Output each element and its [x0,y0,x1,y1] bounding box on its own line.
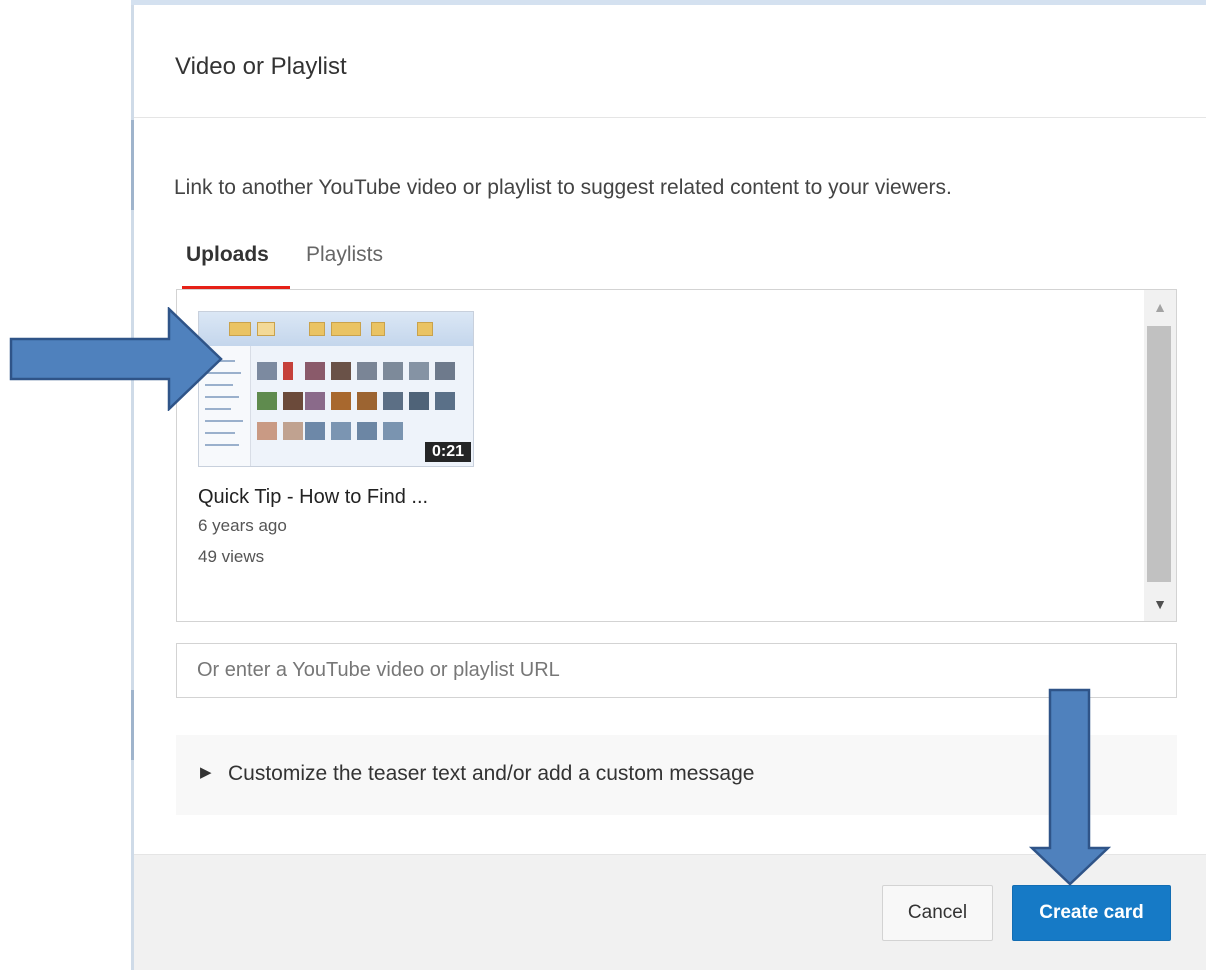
thumbnail-photo [331,392,351,410]
background-page [0,0,135,970]
annotation-arrow-down-icon [1029,688,1111,886]
thumbnail-photo [435,362,455,380]
thumbnail-photo [305,392,325,410]
thumbnail-toolbar-button [229,322,251,336]
thumbnail-toolbar-button [309,322,325,336]
video-title[interactable]: Quick Tip - How to Find ... [198,486,428,509]
thumbnail-photo [331,362,351,380]
video-url-input[interactable] [176,643,1177,698]
thumbnail-photo [409,392,429,410]
list-scrollbar[interactable]: ▲ ▼ [1144,290,1176,621]
thumbnail-toolbar [199,312,473,346]
dialog-title: Video or Playlist [175,53,347,80]
create-card-button[interactable]: Create card [1012,885,1171,941]
thumbnail-photo [357,392,377,410]
video-card[interactable]: 0:21 Quick Tip - How to Find ... 6 years… [198,311,474,571]
video-duration-badge: 0:21 [424,442,471,462]
thumbnail-photo [305,362,325,380]
scroll-down-arrow-icon[interactable]: ▼ [1144,587,1176,621]
thumbnail-sidebar-line [205,444,239,446]
thumbnail-toolbar-button [371,322,385,336]
thumbnail-photo [283,422,303,440]
thumbnail-photo [357,362,377,380]
uploads-list: 0:21 Quick Tip - How to Find ... 6 years… [176,289,1177,622]
scrollbar-thumb[interactable] [1147,326,1171,582]
teaser-customize-label: Customize the teaser text and/or add a c… [228,762,755,785]
thumbnail-photo [383,392,403,410]
annotation-arrow-right-icon [9,307,223,411]
thumbnail-photo [409,362,429,380]
video-views: 49 views [198,547,265,566]
thumbnail-photo [257,362,277,380]
tab-uploads[interactable]: Uploads [186,243,269,267]
video-thumbnail[interactable]: 0:21 [198,311,474,467]
expand-triangle-icon: ▶ [200,764,212,781]
thumbnail-photo [283,392,303,410]
thumbnail-photo [257,422,277,440]
thumbnail-toolbar-button [257,322,275,336]
thumbnail-photo [257,392,277,410]
thumbnail-toolbar-button [417,322,433,336]
dialog-description: Link to another YouTube video or playlis… [174,176,952,199]
teaser-customize-toggle[interactable]: ▶ Customize the teaser text and/or add a… [176,735,1177,815]
video-age: 6 years ago [198,516,287,535]
thumbnail-photo [331,422,351,440]
thumbnail-photo [383,362,403,380]
thumbnail-photo [357,422,377,440]
thumbnail-toolbar-button [331,322,361,336]
tab-playlists[interactable]: Playlists [306,243,383,267]
title-divider [134,117,1206,118]
cancel-button[interactable]: Cancel [882,885,993,941]
thumbnail-sidebar-line [205,432,235,434]
thumbnail-photo [283,362,293,380]
thumbnail-photo [383,422,403,440]
thumbnail-photo [435,392,455,410]
thumbnail-photo [305,422,325,440]
thumbnail-sidebar-line [205,420,243,422]
scroll-up-arrow-icon[interactable]: ▲ [1144,290,1176,324]
